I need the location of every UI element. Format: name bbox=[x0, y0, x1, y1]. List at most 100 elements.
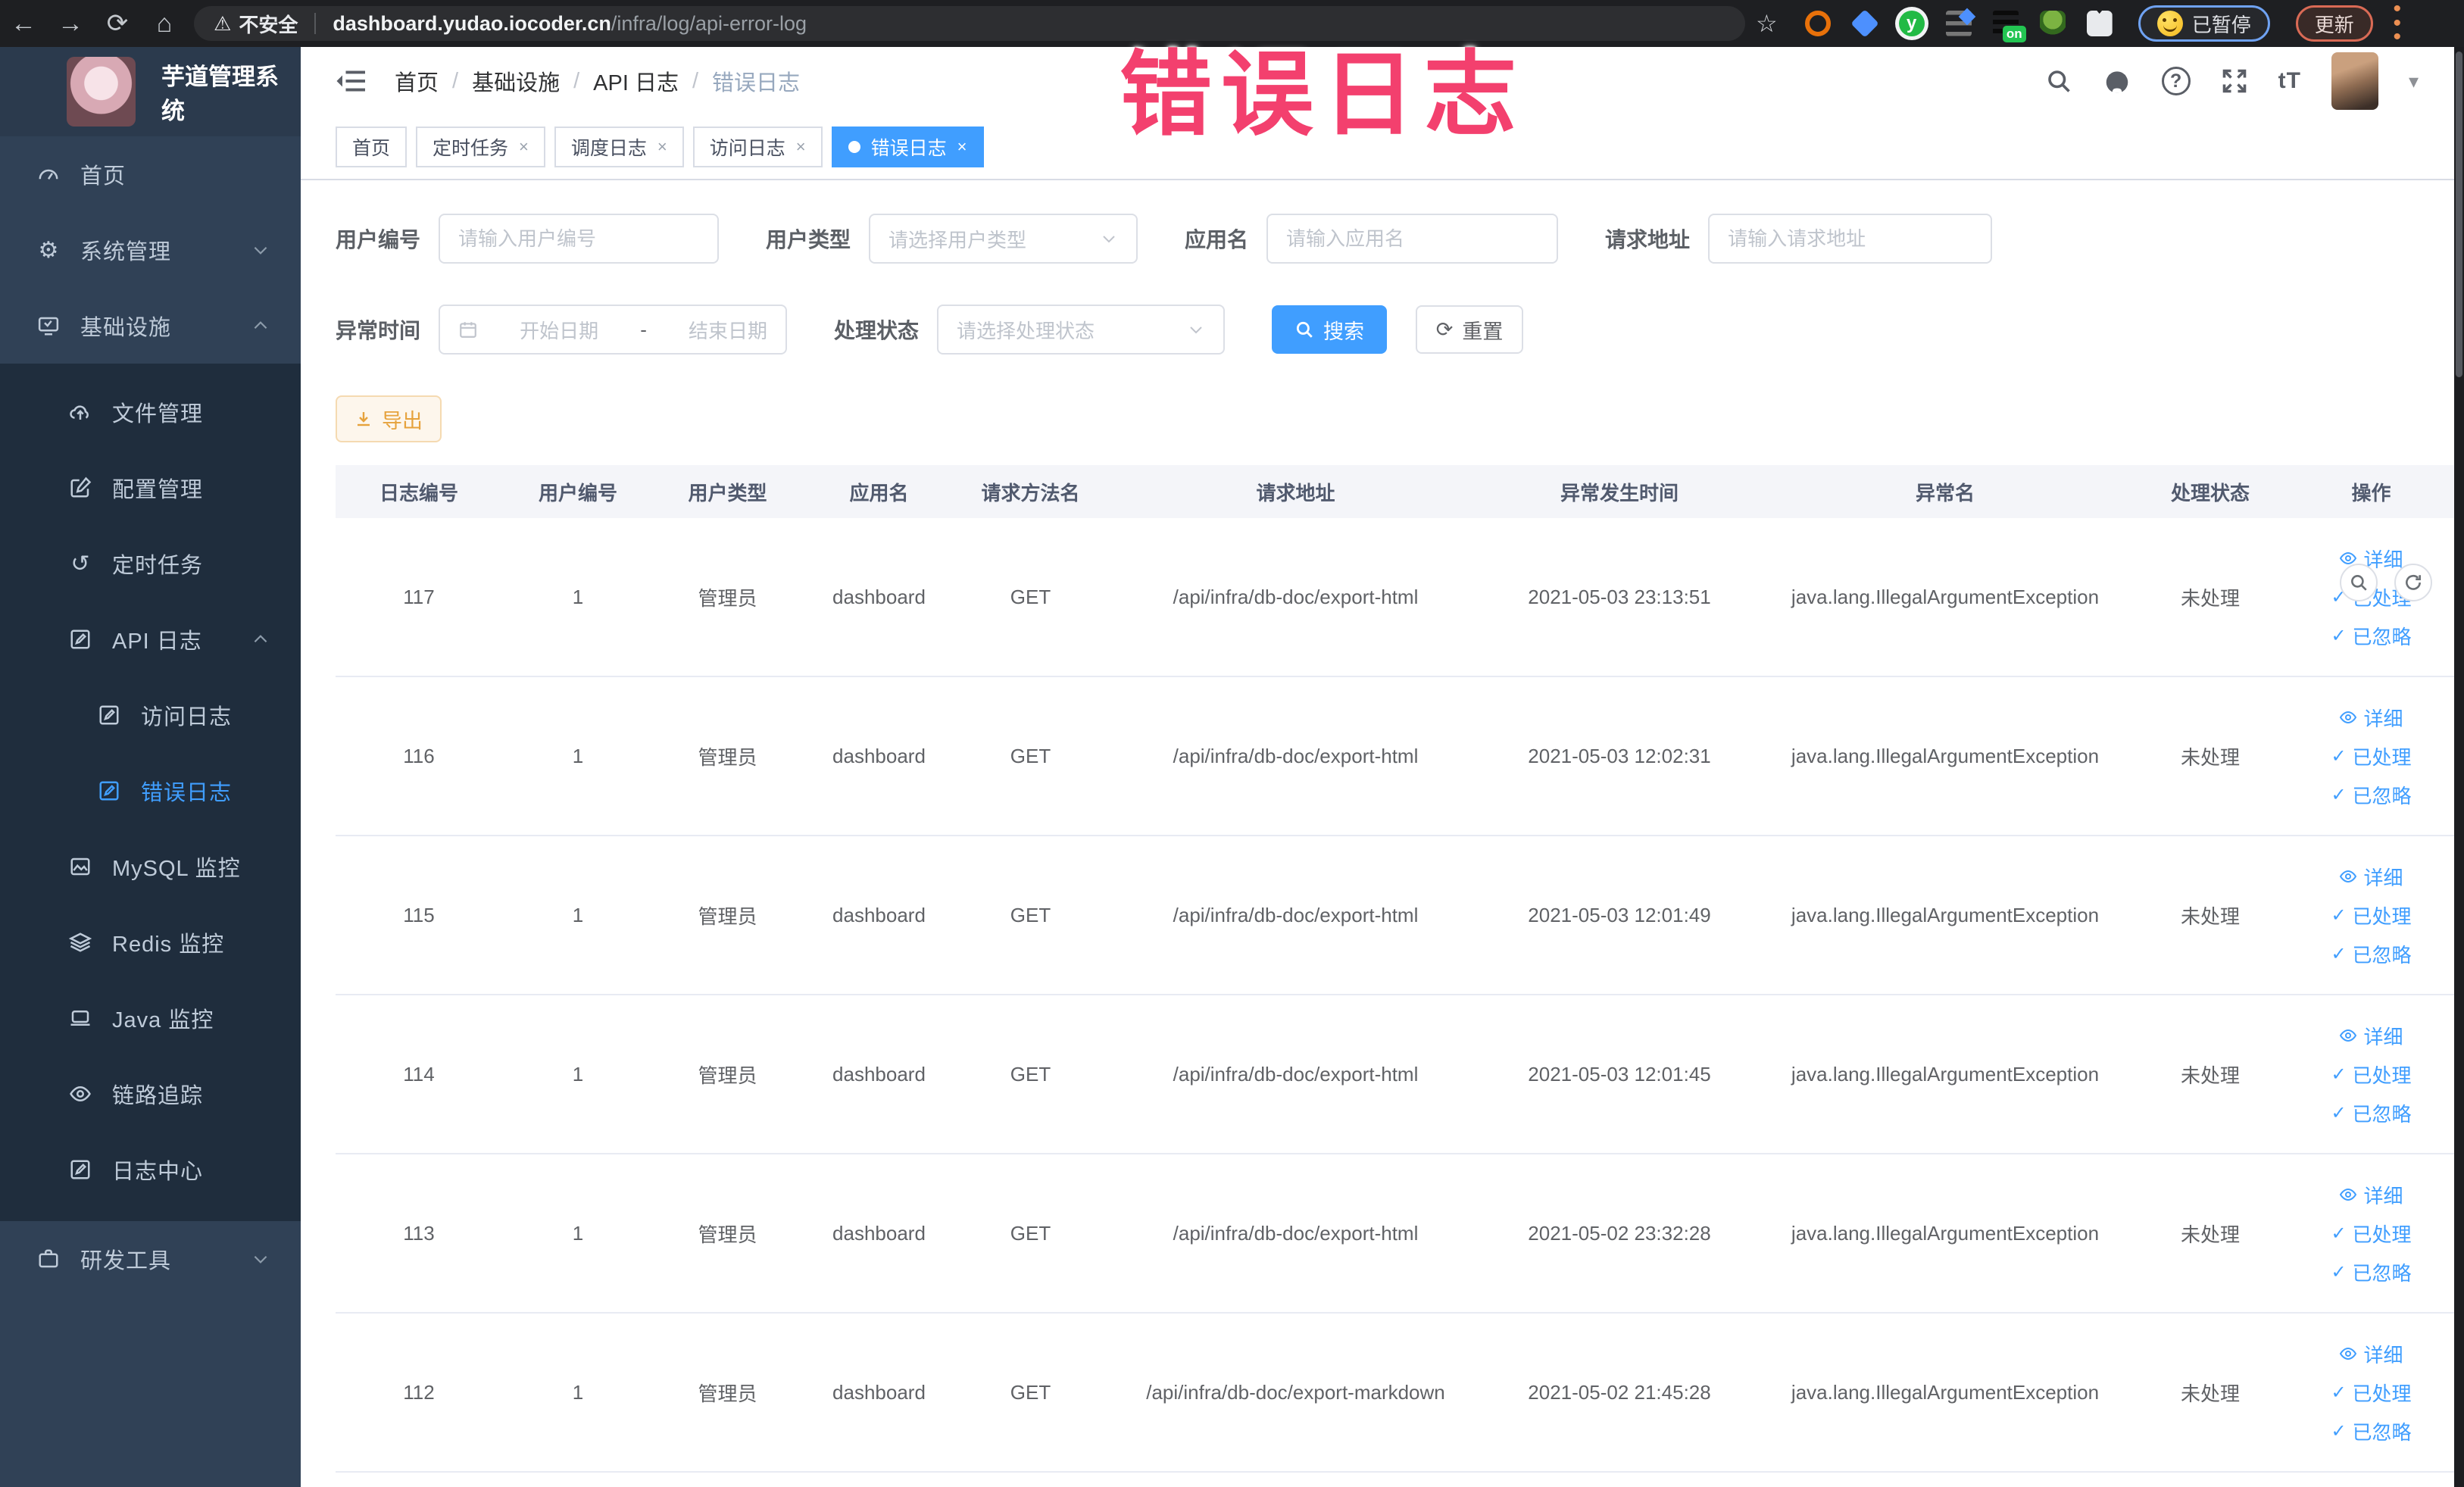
cell-request-url: /api/infra/db-doc/export-html bbox=[1173, 903, 1419, 926]
user-id-input[interactable] bbox=[458, 226, 700, 251]
sidebar-item-home[interactable]: 首页 bbox=[0, 136, 301, 212]
cell-request-url: /api/infra/db-doc/export-markdown bbox=[1146, 1380, 1445, 1404]
github-icon[interactable] bbox=[2103, 67, 2131, 95]
mark-ignored-link[interactable]: ✓ 已忽略 bbox=[2331, 1099, 2411, 1127]
sidebar-item-config-management[interactable]: 配置管理 bbox=[0, 450, 301, 526]
breadcrumb-home[interactable]: 首页 bbox=[395, 65, 439, 97]
forward-icon[interactable]: → bbox=[47, 9, 94, 39]
app-name-field[interactable] bbox=[1266, 214, 1559, 264]
request-url-input[interactable] bbox=[1728, 226, 1973, 251]
table-row[interactable]: 112 1 管理员 dashboard GET /api/infra/db-do… bbox=[336, 1314, 2460, 1473]
sidebar-item-infrastructure[interactable]: 基础设施 bbox=[0, 288, 301, 364]
fullscreen-icon[interactable] bbox=[2221, 67, 2248, 95]
update-button[interactable]: 更新 bbox=[2295, 5, 2373, 42]
show-search-icon[interactable] bbox=[2340, 564, 2378, 601]
process-status-select[interactable]: 请选择处理状态 bbox=[937, 305, 1226, 355]
detail-link[interactable]: 详细 bbox=[2339, 863, 2403, 891]
extension-icon-orange[interactable] bbox=[1804, 11, 1831, 36]
table-row[interactable]: 115 1 管理员 dashboard GET /api/infra/db-do… bbox=[336, 836, 2460, 995]
sidebar-item-redis-monitor[interactable]: Redis 监控 bbox=[0, 904, 301, 980]
close-icon[interactable]: × bbox=[519, 137, 529, 157]
tab-access-log[interactable]: 访问日志 × bbox=[692, 127, 823, 167]
export-button[interactable]: 导出 bbox=[336, 395, 442, 442]
security-chip[interactable]: ⚠ 不安全 bbox=[214, 10, 298, 38]
close-icon[interactable]: × bbox=[657, 137, 667, 157]
cell-app-name: dashboard bbox=[832, 585, 926, 608]
tab-error-log[interactable]: 错误日志 × bbox=[831, 127, 984, 167]
sidebar-item-api-log[interactable]: API 日志 bbox=[0, 601, 301, 677]
extension-icon-grid[interactable] bbox=[1945, 11, 1972, 36]
table-row[interactable]: 113 1 管理员 dashboard GET /api/infra/db-do… bbox=[336, 1154, 2460, 1314]
mark-ignored-link[interactable]: ✓ 已忽略 bbox=[2331, 781, 2411, 809]
request-url-field[interactable] bbox=[1708, 214, 1993, 264]
date-range-picker[interactable]: 开始日期 - 结束日期 bbox=[439, 305, 788, 355]
mark-processed-link[interactable]: ✓ 已处理 bbox=[2331, 742, 2411, 770]
sidebar-item-system[interactable]: ⚙ 系统管理 bbox=[0, 212, 301, 288]
bookmark-star-icon[interactable]: ☆ bbox=[1756, 9, 1778, 38]
scrollbar-thumb[interactable] bbox=[2456, 52, 2462, 377]
search-button[interactable]: 搜索 bbox=[1272, 305, 1388, 354]
profile-paused-pill[interactable]: 已暂停 bbox=[2138, 5, 2270, 42]
mark-ignored-link[interactable]: ✓ 已忽略 bbox=[2331, 940, 2411, 968]
sidebar-item-dev-tools[interactable]: 研发工具 bbox=[0, 1221, 301, 1297]
sidebar-menu: 首页 ⚙ 系统管理 基础设施 文件管理 配置管理 ↺ 定时任务 API 日志 访… bbox=[0, 136, 301, 1297]
breadcrumb-api-log[interactable]: API 日志 bbox=[593, 65, 679, 97]
sidebar: 芋道管理系统 首页 ⚙ 系统管理 基础设施 文件管理 配置管理 ↺ 定时任务 A… bbox=[0, 47, 301, 1487]
scrollbar[interactable] bbox=[2454, 47, 2464, 1487]
extensions-puzzle-icon[interactable] bbox=[2086, 11, 2113, 36]
sidebar-item-tracing[interactable]: 链路追踪 bbox=[0, 1056, 301, 1132]
sidebar-item-java-monitor[interactable]: Java 监控 bbox=[0, 980, 301, 1056]
table-row[interactable]: 117 1 管理员 dashboard GET /api/infra/db-do… bbox=[336, 518, 2460, 677]
tab-dispatch-log[interactable]: 调度日志 × bbox=[554, 127, 684, 167]
mark-ignored-link[interactable]: ✓ 已忽略 bbox=[2331, 622, 2411, 650]
mark-processed-link[interactable]: ✓ 已处理 bbox=[2331, 1061, 2411, 1089]
tab-scheduled-jobs[interactable]: 定时任务 × bbox=[416, 127, 545, 167]
home-icon[interactable]: ⌂ bbox=[141, 9, 188, 39]
table-row[interactable]: 116 1 管理员 dashboard GET /api/infra/db-do… bbox=[336, 677, 2460, 836]
mark-processed-link[interactable]: ✓ 已处理 bbox=[2331, 1220, 2411, 1248]
detail-link[interactable]: 详细 bbox=[2339, 704, 2403, 732]
text-size-icon[interactable]: tT bbox=[2278, 68, 2301, 94]
avatar-caret-icon[interactable]: ▾ bbox=[2409, 70, 2419, 93]
cell-method: GET bbox=[1010, 1380, 1051, 1404]
reset-button[interactable]: ⟳ 重置 bbox=[1416, 305, 1524, 354]
back-icon[interactable]: ← bbox=[0, 9, 47, 39]
sidebar-item-scheduled-jobs[interactable]: ↺ 定时任务 bbox=[0, 526, 301, 601]
help-icon[interactable]: ? bbox=[2161, 67, 2191, 95]
detail-link[interactable]: 详细 bbox=[2339, 1181, 2403, 1209]
sidebar-item-log-center[interactable]: 日志中心 bbox=[0, 1132, 301, 1207]
reload-icon[interactable]: ⟳ bbox=[94, 8, 141, 39]
extension-icon-gem[interactable] bbox=[1850, 9, 1879, 38]
app-logo-row[interactable]: 芋道管理系统 bbox=[0, 47, 301, 136]
cell-status: 未处理 bbox=[2180, 1223, 2240, 1246]
table-row[interactable]: 114 1 管理员 dashboard GET /api/infra/db-do… bbox=[336, 995, 2460, 1154]
active-dot bbox=[848, 141, 860, 153]
extension-icon-plant[interactable] bbox=[2039, 11, 2066, 36]
cell-log-id: 114 bbox=[403, 1062, 435, 1086]
mark-processed-link[interactable]: ✓ 已处理 bbox=[2331, 901, 2411, 929]
cell-request-url: /api/infra/db-doc/export-html bbox=[1173, 1062, 1419, 1086]
extension-icon-y[interactable]: y bbox=[1898, 11, 1925, 36]
tab-home[interactable]: 首页 bbox=[336, 127, 408, 167]
user-type-select[interactable]: 请选择用户类型 bbox=[869, 214, 1138, 264]
app-name-input[interactable] bbox=[1286, 226, 1539, 251]
close-icon[interactable]: × bbox=[796, 137, 806, 157]
sidebar-fold-icon[interactable] bbox=[336, 67, 367, 95]
detail-link[interactable]: 详细 bbox=[2339, 1340, 2403, 1368]
breadcrumb-infrastructure[interactable]: 基础设施 bbox=[472, 65, 560, 97]
avatar[interactable] bbox=[2331, 52, 2378, 110]
user-id-field[interactable] bbox=[439, 214, 720, 264]
mark-ignored-link[interactable]: ✓ 已忽略 bbox=[2331, 1258, 2411, 1286]
sidebar-item-access-log[interactable]: 访问日志 bbox=[0, 677, 301, 753]
sidebar-item-error-log[interactable]: 错误日志 bbox=[0, 753, 301, 829]
sidebar-item-file-management[interactable]: 文件管理 bbox=[0, 374, 301, 450]
search-icon[interactable] bbox=[2045, 67, 2072, 95]
mark-ignored-link[interactable]: ✓ 已忽略 bbox=[2331, 1417, 2411, 1445]
refresh-table-icon[interactable] bbox=[2394, 564, 2432, 601]
extension-icon-switch[interactable]: on bbox=[1992, 11, 2026, 42]
detail-link[interactable]: 详细 bbox=[2339, 1022, 2403, 1050]
mark-processed-link[interactable]: ✓ 已处理 bbox=[2331, 1379, 2411, 1407]
browser-menu-icon[interactable]: • • • bbox=[2390, 0, 2405, 48]
close-icon[interactable]: × bbox=[957, 137, 967, 157]
sidebar-item-mysql-monitor[interactable]: MySQL 监控 bbox=[0, 829, 301, 904]
